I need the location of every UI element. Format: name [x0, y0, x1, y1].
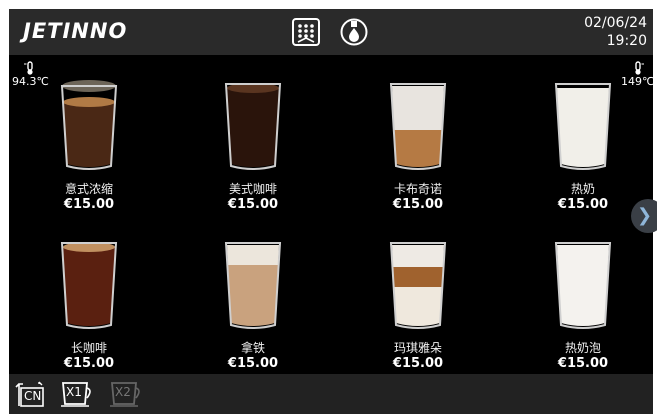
next-page-button[interactable]: ❯: [631, 199, 657, 233]
hot-milk-cup-icon: [554, 83, 612, 170]
drink-tile-macchiato[interactable]: 玛琪雅朵 €15.00: [343, 225, 493, 375]
x2-label: X2: [115, 385, 131, 399]
bottom-bar: CN X1 X2: [9, 374, 653, 414]
screen: JETINNO 02/06/24 19:20 94.3℃ 149℃ 意式浓缩 €…: [9, 9, 657, 414]
drink-name: 意式浓缩: [64, 182, 113, 196]
water-drop-icon[interactable]: [340, 18, 368, 46]
single-cup-button[interactable]: X1: [60, 380, 94, 408]
drink-price: €15.00: [63, 356, 115, 371]
drink-name: 热奶泡: [564, 341, 601, 355]
menu-grid-icon[interactable]: [292, 18, 320, 46]
drink-tile-americano[interactable]: 美式咖啡 €15.00: [178, 66, 328, 216]
drink-name: 卡布奇诺: [393, 182, 442, 196]
drink-tile-espresso[interactable]: 意式浓缩 €15.00: [14, 66, 164, 216]
drink-grid: 意式浓缩 €15.00 美式咖啡 €15.00 卡布奇诺 €15.00 热奶 €…: [9, 59, 653, 374]
drink-price: €15.00: [392, 356, 444, 371]
datetime: 02/06/24 19:20: [584, 14, 647, 50]
milk-foam-cup-icon: [554, 242, 612, 329]
latte-cup-icon: [224, 242, 282, 329]
drink-price: €15.00: [63, 197, 115, 212]
drink-tile-long-coffee[interactable]: 长咖啡 €15.00: [14, 225, 164, 375]
language-button[interactable]: CN: [15, 380, 47, 408]
drink-tile-milk-foam[interactable]: 热奶泡 €15.00: [508, 225, 657, 375]
drink-tile-cappuccino[interactable]: 卡布奇诺 €15.00: [343, 66, 493, 216]
language-label: CN: [24, 389, 42, 403]
long-coffee-cup-icon: [60, 242, 118, 329]
americano-cup-icon: [224, 83, 282, 170]
drink-price: €15.00: [227, 197, 279, 212]
drink-name: 热奶: [570, 182, 595, 196]
drink-tile-hot-milk[interactable]: 热奶 €15.00: [508, 66, 657, 216]
drink-price: €15.00: [227, 356, 279, 371]
time-text: 19:20: [606, 33, 647, 49]
drink-name: 美式咖啡: [228, 182, 277, 196]
drink-name: 拿铁: [240, 341, 265, 355]
macchiato-cup-icon: [389, 242, 447, 329]
brand-logo: JETINNO: [23, 19, 128, 43]
chevron-right-icon: ❯: [637, 205, 653, 226]
date-text: 02/06/24: [584, 15, 647, 31]
drink-name: 长咖啡: [70, 341, 107, 355]
x1-label: X1: [66, 385, 82, 399]
drink-price: €15.00: [392, 197, 444, 212]
espresso-cup-icon: [60, 80, 118, 170]
cappuccino-cup-icon: [389, 83, 447, 170]
drink-tile-latte[interactable]: 拿铁 €15.00: [178, 225, 328, 375]
device-frame-left: [0, 0, 9, 414]
double-cup-button[interactable]: X2: [109, 380, 143, 408]
device-frame-top: [0, 0, 657, 9]
top-bar: JETINNO 02/06/24 19:20: [9, 9, 653, 55]
drink-price: €15.00: [557, 356, 609, 371]
drink-name: 玛琪雅朵: [393, 341, 442, 355]
